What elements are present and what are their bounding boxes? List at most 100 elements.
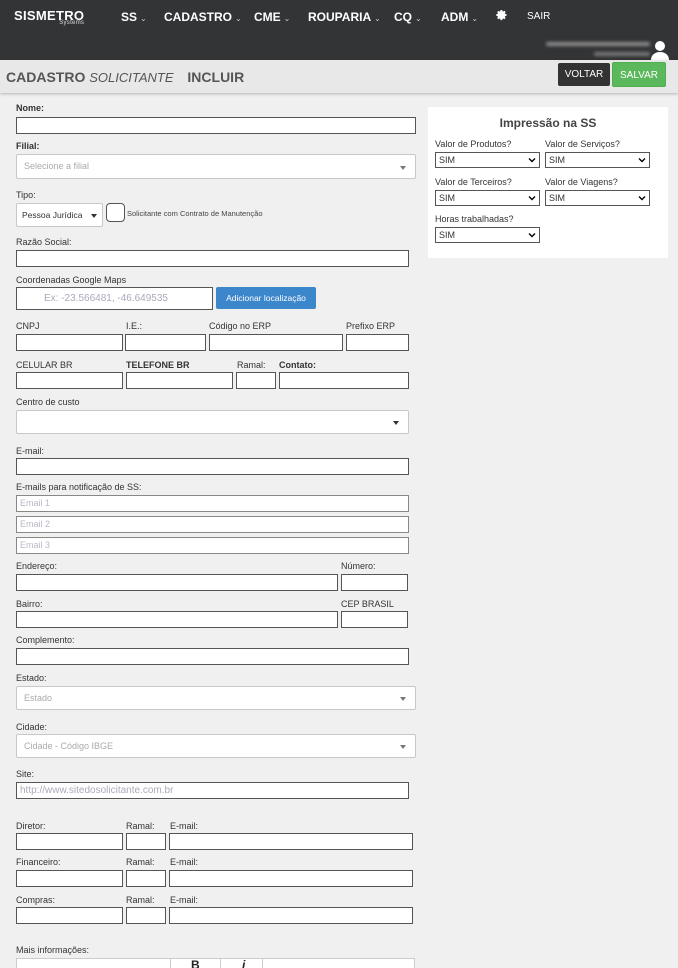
nav-rouparia[interactable]: ROUPARIA ⌄ [308, 10, 381, 24]
valor-produtos-select[interactable]: SIM [435, 152, 540, 168]
nav-cme[interactable]: CME ⌄ [254, 10, 290, 24]
erp-label: Código no ERP [209, 321, 272, 331]
financeiro-email-label: E-mail: [170, 857, 199, 867]
nav-ss[interactable]: SS ⌄ [121, 10, 147, 24]
celular-input[interactable] [16, 372, 123, 389]
add-location-button[interactable]: Adicionar localização [216, 287, 316, 309]
logout-link[interactable]: SAIR [527, 11, 550, 22]
back-button[interactable]: VOLTAR [558, 63, 610, 86]
diretor-label: Diretor: [16, 821, 46, 831]
coords-input[interactable]: Ex: -23.566481, -46.649535 [16, 287, 213, 310]
estado-select[interactable]: Estado [16, 686, 416, 710]
financeiro-label: Financeiro: [16, 857, 61, 867]
cnpj-input[interactable] [16, 334, 123, 351]
endereco-label: Endereço: [16, 561, 58, 571]
compras-ramal-input[interactable] [126, 907, 166, 924]
compras-input[interactable] [16, 907, 123, 924]
compras-label: Compras: [16, 895, 56, 905]
rich-text-editor[interactable]: B i [16, 958, 415, 968]
ie-input[interactable] [125, 334, 206, 351]
contato-label: Contato: [279, 360, 316, 370]
telefone-label: TELEFONE BR [126, 360, 190, 370]
tipo-select[interactable]: Pessoa Jurídica [16, 203, 103, 227]
filial-select[interactable]: Selecione a filial [16, 154, 416, 179]
chevron-down-icon [638, 158, 646, 163]
nav-cq[interactable]: CQ ⌄ [394, 10, 422, 24]
nav-cq-label: CQ [394, 10, 412, 24]
toolbar-divider [170, 959, 171, 968]
italic-button[interactable]: i [242, 958, 245, 968]
nome-input[interactable] [16, 117, 416, 134]
nav-ss-label: SS [121, 10, 138, 24]
diretor-email-input[interactable] [169, 833, 413, 850]
nav-adm-label: ADM [441, 10, 469, 24]
caret-down-icon [400, 165, 406, 170]
email1-input[interactable]: Email 1 [16, 495, 409, 512]
financeiro-email-input[interactable] [169, 870, 413, 887]
cidade-placeholder: Cidade - Código IBGE [24, 741, 114, 751]
email-input[interactable] [16, 458, 409, 475]
brand-logo[interactable]: SISMETRO Systems [14, 8, 84, 26]
razao-input[interactable] [16, 250, 409, 267]
diretor-ramal-label: Ramal: [126, 821, 155, 831]
prefixo-label: Prefixo ERP [346, 321, 396, 331]
diretor-input[interactable] [16, 833, 123, 850]
complemento-input[interactable] [16, 648, 409, 665]
centro-label: Centro de custo [16, 397, 80, 407]
ramal-label: Ramal: [237, 360, 266, 370]
filial-label: Filial: [16, 141, 40, 151]
chevron-down-icon: ⌄ [471, 14, 479, 23]
chevron-down-icon: ⌄ [235, 14, 242, 23]
complemento-label: Complemento: [16, 635, 75, 645]
valor-produtos-value: SIM [439, 155, 456, 165]
ramal-input[interactable] [236, 372, 276, 389]
cidade-select[interactable]: Cidade - Código IBGE [16, 734, 416, 758]
valor-viagens-select[interactable]: SIM [545, 190, 650, 206]
title-mode: INCLUIR [187, 69, 245, 85]
compras-email-label: E-mail: [170, 895, 199, 905]
financeiro-input[interactable] [16, 870, 123, 887]
valor-terceiros-select[interactable]: SIM [435, 190, 540, 206]
cep-label: CEP BRASIL [341, 599, 394, 609]
email2-input[interactable]: Email 2 [16, 516, 409, 533]
compras-ramal-label: Ramal: [126, 895, 155, 905]
erp-input[interactable] [209, 334, 343, 351]
financeiro-ramal-input[interactable] [126, 870, 166, 887]
gear-icon[interactable] [496, 9, 508, 21]
site-input[interactable]: http://www.sitedosolicitante.com.br [16, 782, 409, 799]
contrato-checkbox[interactable] [106, 203, 125, 222]
valor-servicos-select[interactable]: SIM [545, 152, 650, 168]
contato-input[interactable] [279, 372, 409, 389]
tipo-value: Pessoa Jurídica [22, 210, 83, 220]
tipo-label: Tipo: [16, 190, 36, 200]
diretor-email-label: E-mail: [170, 821, 199, 831]
nav-cadastro[interactable]: CADASTRO ⌄ [164, 10, 242, 24]
compras-email-input[interactable] [169, 907, 413, 924]
centro-select[interactable] [16, 410, 409, 434]
telefone-input[interactable] [126, 372, 233, 389]
nav-adm[interactable]: ADM ⌄ [441, 10, 478, 24]
bold-button[interactable]: B [191, 958, 200, 968]
top-navbar [0, 0, 678, 60]
prefixo-input[interactable] [346, 334, 409, 351]
user-avatar-icon[interactable] [650, 40, 670, 60]
diretor-ramal-input[interactable] [126, 833, 166, 850]
caret-down-icon [393, 421, 399, 425]
horas-value: SIM [439, 230, 456, 240]
cep-input[interactable] [341, 611, 408, 628]
filial-placeholder: Selecione a filial [24, 161, 90, 171]
save-button[interactable]: SALVAR [612, 62, 666, 87]
horas-select[interactable]: SIM [435, 227, 540, 243]
email3-input[interactable]: Email 3 [16, 537, 409, 554]
mais-label: Mais informações: [16, 945, 90, 955]
title-sub: SOLICITANTE [89, 70, 174, 85]
valor-viagens-label: Valor de Viagens? [545, 177, 618, 187]
financeiro-ramal-label: Ramal: [126, 857, 155, 867]
endereco-input[interactable] [16, 574, 338, 591]
title-main: CADASTRO [6, 69, 86, 85]
page-title: CADASTRO SOLICITANTE INCLUIR [6, 69, 244, 85]
numero-input[interactable] [341, 574, 408, 591]
user-name-blurred [546, 42, 650, 46]
bairro-input[interactable] [16, 611, 338, 628]
caret-down-icon [400, 697, 406, 701]
